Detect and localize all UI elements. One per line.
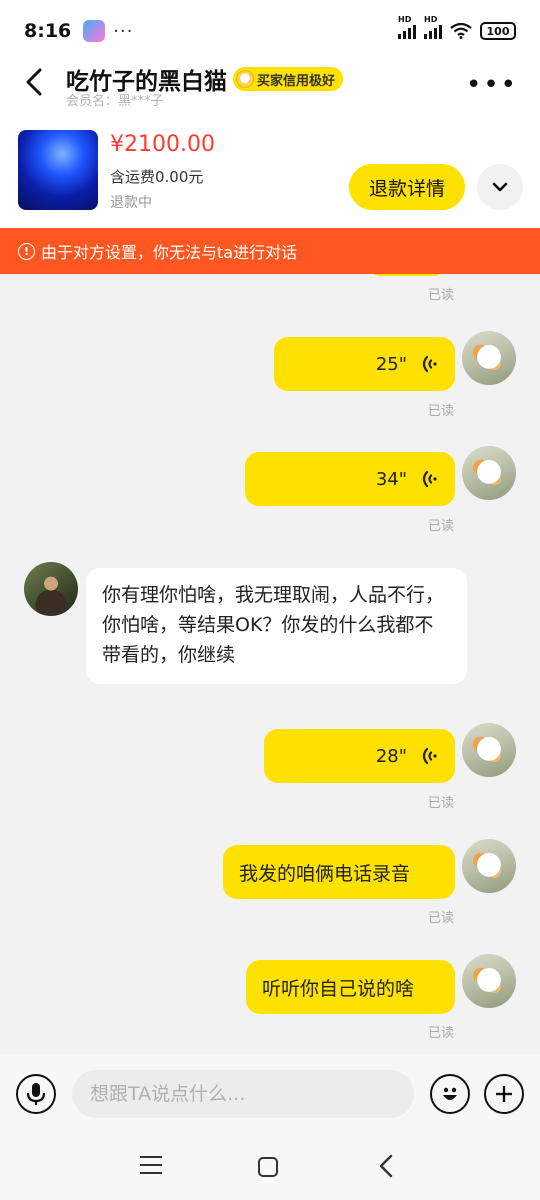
member-name: 会员名：黑***子 — [66, 94, 164, 109]
menu-icon[interactable] — [140, 1156, 162, 1176]
voice-input-button[interactable] — [16, 1074, 56, 1114]
status-time: 8:16 — [24, 20, 72, 42]
voice-message[interactable]: 28" — [264, 729, 455, 783]
product-thumbnail[interactable] — [18, 130, 98, 210]
plus-icon — [496, 1086, 512, 1102]
credit-badge-label: 买家信用极好 — [257, 73, 336, 89]
voice-wave-icon — [422, 747, 437, 765]
partial-message-bubble — [370, 274, 444, 276]
read-receipt: 已读 — [428, 519, 455, 534]
voice-duration: 25" — [375, 353, 407, 375]
back-button[interactable] — [18, 64, 50, 100]
refund-status: 退款中 — [110, 195, 152, 211]
voice-message[interactable]: 34" — [245, 452, 455, 506]
voice-message[interactable]: 25" — [274, 337, 455, 391]
emoji-button[interactable] — [430, 1074, 470, 1114]
my-avatar[interactable] — [462, 723, 516, 777]
chat-area[interactable]: 已读 25" 已读 34" 已读 你有理你怕啥，我无理取闹，人品不行，你怕啥，等… — [0, 274, 540, 1054]
battery-icon: 100 — [480, 22, 516, 40]
read-receipt: 已读 — [428, 404, 455, 419]
expand-button[interactable] — [477, 164, 523, 210]
info-icon: ! — [18, 242, 35, 260]
chevron-down-icon — [492, 182, 508, 192]
incoming-message[interactable]: 你有理你怕啥，我无理取闹，人品不行，你怕啥，等结果OK？你发的什么我都不带看的，… — [86, 568, 467, 684]
status-bar: 8:16 ··· HD HD 100 — [0, 0, 540, 62]
wifi-icon — [450, 23, 472, 39]
read-receipt: 已读 — [428, 1026, 455, 1041]
status-indicators: HD HD 100 — [398, 15, 516, 40]
signal-icon-2: HD — [424, 15, 442, 39]
my-avatar[interactable] — [462, 954, 516, 1008]
read-receipt: 已读 — [428, 288, 455, 303]
my-avatar[interactable] — [462, 446, 516, 500]
voice-duration: 28" — [375, 745, 407, 767]
shipping-fee: 含运费0.00元 — [110, 168, 204, 186]
more-options-icon[interactable]: ••• — [466, 72, 518, 98]
more-notifications-icon: ··· — [113, 20, 134, 42]
home-icon[interactable] — [258, 1157, 278, 1177]
warning-banner: ! 由于对方设置，你无法与ta进行对话 — [0, 228, 540, 274]
my-avatar[interactable] — [462, 331, 516, 385]
outgoing-message[interactable]: 听听你自己说的啥 — [246, 960, 455, 1014]
system-nav-bar — [0, 1136, 540, 1200]
banner-text: 由于对方设置，你无法与ta进行对话 — [41, 243, 298, 262]
read-receipt: 已读 — [428, 911, 455, 926]
my-avatar[interactable] — [462, 839, 516, 893]
outgoing-message[interactable]: 我发的咱俩电话录音 — [223, 845, 455, 899]
chat-header: 吃竹子的黑白猫 买家信用极好 会员名：黑***子 ••• ¥2100.00 含运… — [0, 62, 540, 228]
input-bar — [0, 1054, 540, 1136]
voice-duration: 34" — [375, 468, 407, 490]
read-receipt: 已读 — [428, 796, 455, 811]
app-notification-icon — [83, 20, 106, 42]
microphone-icon — [26, 1083, 46, 1105]
nav-back-icon[interactable] — [376, 1153, 396, 1179]
signal-icon: HD — [398, 15, 416, 39]
chevron-left-icon — [26, 68, 42, 96]
refund-details-button[interactable]: 退款详情 — [349, 164, 465, 210]
product-price: ¥2100.00 — [110, 132, 215, 157]
voice-wave-icon — [422, 355, 437, 373]
contact-avatar[interactable] — [24, 562, 78, 616]
smiley-icon — [236, 70, 254, 88]
credit-badge: 买家信用极好 — [233, 67, 344, 91]
voice-wave-icon — [422, 470, 437, 488]
message-input[interactable] — [72, 1070, 414, 1118]
add-button[interactable] — [484, 1074, 524, 1114]
smiley-face-icon — [443, 1087, 457, 1100]
